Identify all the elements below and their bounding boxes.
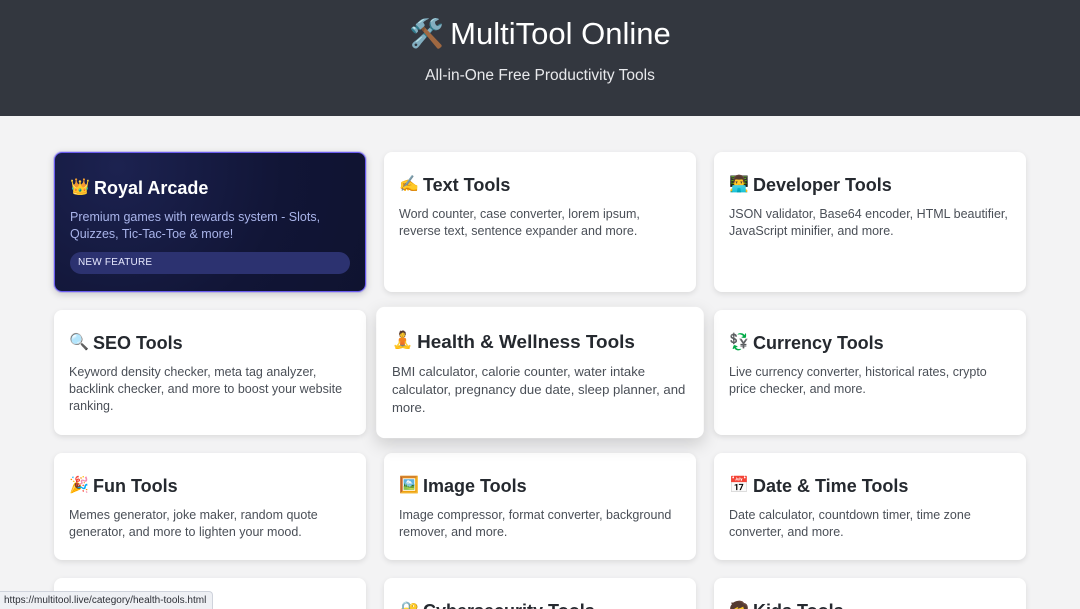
developer-icon: 👨‍💻 bbox=[729, 176, 749, 193]
card-royal-arcade[interactable]: 👑 Royal Arcade Premium games with reward… bbox=[54, 152, 366, 292]
card-fun-tools[interactable]: 🎉 Fun Tools Memes generator, joke maker,… bbox=[54, 453, 366, 560]
card-currency-tools[interactable]: 💱 Currency Tools Live currency converter… bbox=[714, 310, 1026, 435]
card-description: Live currency converter, historical rate… bbox=[729, 365, 987, 396]
card-seo-tools[interactable]: 🔍 SEO Tools Keyword density checker, met… bbox=[54, 310, 366, 435]
card-date-time-tools[interactable]: 📅 Date & Time Tools Date calculator, cou… bbox=[714, 453, 1026, 560]
card-title-text: Image Tools bbox=[423, 476, 527, 496]
writing-hand-icon: ✍️ bbox=[399, 176, 419, 193]
site-tagline: All-in-One Free Productivity Tools bbox=[425, 67, 655, 84]
card-title-text: Date & Time Tools bbox=[753, 476, 909, 496]
card-health-wellness-tools[interactable]: 🧘 Health & Wellness Tools BMI calculator… bbox=[376, 306, 704, 439]
new-feature-badge: NEW FEATURE bbox=[70, 252, 350, 274]
card-title: 💱 Currency Tools bbox=[729, 332, 1011, 354]
card-title-text: Cybersecurity Tools bbox=[423, 600, 595, 609]
magnifier-icon: 🔍 bbox=[69, 334, 89, 351]
card-developer-tools[interactable]: 👨‍💻 Developer Tools JSON validator, Base… bbox=[714, 152, 1026, 292]
card-title: 🖼️ Image Tools bbox=[399, 475, 681, 497]
crown-icon: 👑 bbox=[70, 179, 90, 196]
card-kids-tools[interactable]: 🧒 Kids Tools bbox=[714, 578, 1026, 609]
card-description: Memes generator, joke maker, random quot… bbox=[69, 508, 318, 539]
card-title-text: SEO Tools bbox=[93, 333, 183, 353]
card-title: 📅 Date & Time Tools bbox=[729, 475, 1011, 497]
card-image-tools[interactable]: 🖼️ Image Tools Image compressor, format … bbox=[384, 453, 696, 560]
card-title-text: Health & Wellness Tools bbox=[417, 331, 635, 353]
framed-picture-icon: 🖼️ bbox=[399, 477, 419, 494]
site-title-text: MultiTool Online bbox=[450, 16, 671, 51]
card-description: Image compressor, format converter, back… bbox=[399, 508, 672, 539]
card-title: 🎉 Fun Tools bbox=[69, 475, 351, 497]
card-description: Premium games with rewards system - Slot… bbox=[70, 210, 321, 241]
site-title: 🛠️ MultiTool Online bbox=[409, 14, 670, 54]
card-title: 👨‍💻 Developer Tools bbox=[729, 174, 1011, 196]
meditation-icon: 🧘 bbox=[391, 332, 413, 350]
tools-icon: 🛠️ bbox=[409, 18, 445, 49]
card-title-text: Fun Tools bbox=[93, 476, 178, 496]
card-title: 🧒 Kids Tools bbox=[729, 600, 1011, 609]
card-description: Word counter, case converter, lorem ipsu… bbox=[399, 207, 640, 238]
card-title-text: Developer Tools bbox=[753, 175, 892, 195]
card-title-text: Text Tools bbox=[423, 175, 511, 195]
card-description: BMI calculator, calorie counter, water i… bbox=[391, 364, 686, 416]
card-description: Date calculator, countdown timer, time z… bbox=[729, 508, 971, 539]
card-title: 👑 Royal Arcade bbox=[70, 177, 350, 199]
party-popper-icon: 🎉 bbox=[69, 477, 89, 494]
card-title-text: Royal Arcade bbox=[94, 178, 209, 198]
lock-icon: 🔐 bbox=[399, 600, 419, 609]
site-header: 🛠️ MultiTool Online All-in-One Free Prod… bbox=[0, 0, 1080, 116]
calendar-icon: 📅 bbox=[729, 477, 749, 494]
status-bar-url: https://multitool.live/category/health-t… bbox=[0, 591, 214, 609]
card-text-tools[interactable]: ✍️ Text Tools Word counter, case convert… bbox=[384, 152, 696, 292]
child-icon: 🧒 bbox=[729, 600, 749, 609]
card-cybersecurity-tools[interactable]: 🔐 Cybersecurity Tools bbox=[384, 578, 696, 609]
card-title: ✍️ Text Tools bbox=[399, 174, 681, 196]
card-title-text: Currency Tools bbox=[753, 333, 884, 353]
card-title: 🔐 Cybersecurity Tools bbox=[399, 600, 681, 609]
currency-exchange-icon: 💱 bbox=[729, 334, 749, 351]
card-description: Keyword density checker, meta tag analyz… bbox=[69, 365, 343, 413]
card-title: 🔍 SEO Tools bbox=[69, 332, 351, 354]
card-title-text: Kids Tools bbox=[753, 600, 844, 609]
card-description: JSON validator, Base64 encoder, HTML bea… bbox=[729, 207, 1008, 238]
card-title: 🧘 Health & Wellness Tools bbox=[392, 330, 688, 353]
